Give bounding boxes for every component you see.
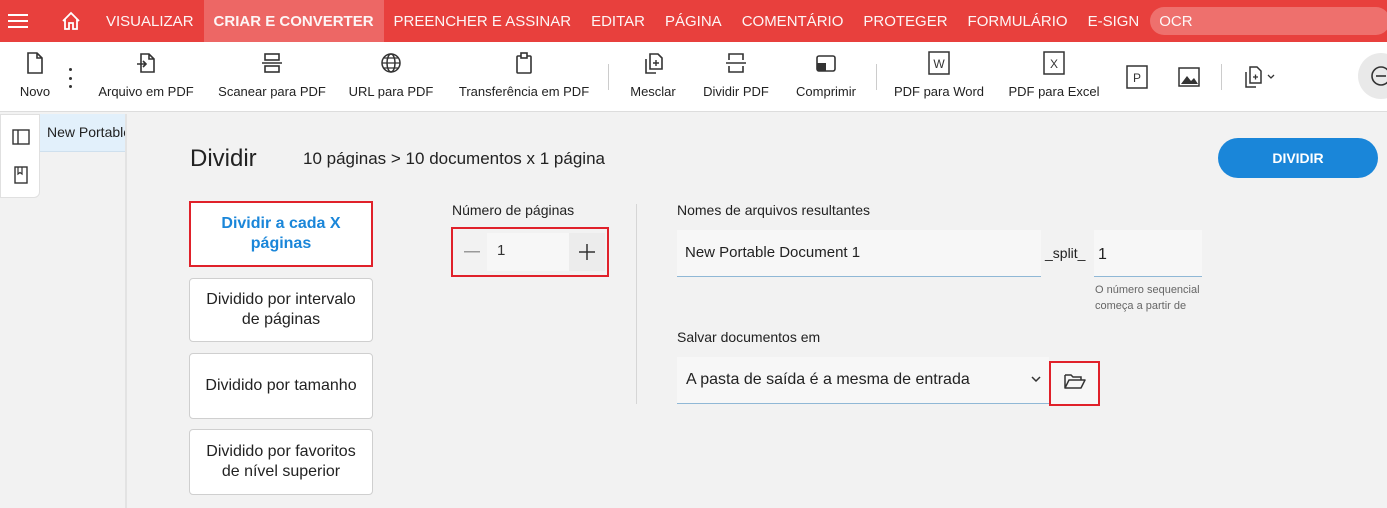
home-icon[interactable] <box>46 0 96 42</box>
mesclar-label: Mesclar <box>630 84 676 99</box>
split-panel: Dividir 10 páginas > 10 documentos x 1 p… <box>127 114 1387 508</box>
pdf-para-excel-label: PDF para Excel <box>1008 84 1100 99</box>
globe-icon <box>380 42 402 84</box>
sequence-hint: O número sequencial começa a partir de <box>1095 284 1200 312</box>
section-divider <box>636 204 637 404</box>
arquivo-em-pdf-button[interactable]: Arquivo em PDF <box>97 42 195 112</box>
scanner-icon <box>261 42 283 84</box>
more-convert-button[interactable] <box>1240 42 1280 112</box>
split-icon <box>725 42 747 84</box>
split-separator-label: _split_ <box>1045 245 1086 261</box>
compress-icon <box>815 42 837 84</box>
dividir-pdf-button[interactable]: Dividir PDF <box>703 42 769 112</box>
url-para-pdf-button[interactable]: URL para PDF <box>349 42 433 112</box>
ppt-icon: P <box>1126 42 1148 112</box>
scanear-para-pdf-button[interactable]: Scanear para PDF <box>218 42 326 112</box>
pages-count-label: Número de páginas <box>452 202 575 218</box>
pdf-para-ppt-button[interactable]: P <box>1124 42 1150 112</box>
menu-visualizar[interactable]: VISUALIZAR <box>96 0 204 42</box>
menu-criar-e-converter[interactable]: CRIAR E CONVERTER <box>203 0 384 42</box>
search-box[interactable] <box>1150 7 1387 35</box>
comprimir-button[interactable]: Comprimir <box>793 42 859 112</box>
decrement-button[interactable] <box>457 235 487 269</box>
toolbar-separator <box>876 64 877 90</box>
menu-formulario[interactable]: FORMULÁRIO <box>958 0 1078 42</box>
more-convert-icon <box>1242 42 1278 112</box>
file-name-input[interactable]: New Portable Document 1 <box>677 230 1041 277</box>
file-to-pdf-icon <box>135 42 157 84</box>
pages-count-stepper: 1 <box>451 227 609 277</box>
document-tab[interactable]: New Portable Document 1 <box>40 114 126 152</box>
transferencia-em-pdf-button[interactable]: Transferência em PDF <box>457 42 591 112</box>
url-para-pdf-label: URL para PDF <box>348 84 434 99</box>
new-file-icon <box>25 42 45 84</box>
sidebar-icon[interactable] <box>11 127 31 147</box>
mesclar-button[interactable]: Mesclar <box>627 42 679 112</box>
toolbar-separator <box>608 64 609 90</box>
menu-editar[interactable]: EDITAR <box>581 0 655 42</box>
mode-split-by-size[interactable]: Dividido por tamanho <box>189 353 373 419</box>
image-icon <box>1178 42 1200 112</box>
result-names-label: Nomes de arquivos resultantes <box>677 202 870 218</box>
scanear-para-pdf-label: Scanear para PDF <box>218 84 326 99</box>
split-summary: 10 páginas > 10 documentos x 1 página <box>303 149 605 168</box>
novo-button[interactable]: Novo <box>18 42 52 112</box>
comprimir-label: Comprimir <box>796 84 856 99</box>
hamburger-icon[interactable] <box>0 0 36 42</box>
merge-icon <box>642 42 664 84</box>
toolbar: Novo Arquivo em PDF Scanear para PDF URL… <box>0 42 1387 112</box>
more-options-icon[interactable] <box>62 68 78 88</box>
menu-preencher-e-assinar[interactable]: PREENCHER E ASSINAR <box>384 0 582 42</box>
pdf-para-excel-button[interactable]: X PDF para Excel <box>1008 42 1100 112</box>
top-menu-bar: VISUALIZAR CRIAR E CONVERTER PREENCHER E… <box>0 0 1387 42</box>
pages-count-input[interactable]: 1 <box>487 233 569 271</box>
bookmark-icon[interactable] <box>11 165 31 185</box>
chevron-down-icon <box>1029 372 1043 386</box>
increment-button[interactable] <box>569 233 605 271</box>
mode-split-by-page-range[interactable]: Dividido por intervalo de páginas <box>189 278 373 342</box>
transferencia-em-pdf-label: Transferência em PDF <box>458 84 590 99</box>
save-location-value: A pasta de saída é a mesma de entrada <box>686 371 970 388</box>
novo-label: Novo <box>19 84 51 99</box>
left-panel <box>0 114 40 198</box>
clipboard-icon <box>514 42 534 84</box>
toolbar-separator <box>1221 64 1222 90</box>
menu-pagina[interactable]: PÁGINA <box>655 0 732 42</box>
folder-open-icon <box>1063 372 1086 395</box>
mode-split-by-top-bookmarks[interactable]: Dividido por favoritos de nível superior <box>189 429 373 495</box>
page-title: Dividir <box>190 145 257 172</box>
mode-split-every-x-pages[interactable]: Dividir a cada X páginas <box>189 201 373 267</box>
menu-proteger[interactable]: PROTEGER <box>853 0 957 42</box>
pdf-para-imagem-button[interactable] <box>1176 42 1202 112</box>
svg-text:P: P <box>1133 71 1141 85</box>
sequence-start-input[interactable]: 1 <box>1094 230 1202 277</box>
menu-comentario[interactable]: COMENTÁRIO <box>732 0 854 42</box>
zoom-out-button[interactable] <box>1358 53 1387 99</box>
dividir-button[interactable]: DIVIDIR <box>1218 138 1378 178</box>
pdf-para-word-label: PDF para Word <box>893 84 985 99</box>
menu-e-sign[interactable]: E-SIGN <box>1078 0 1150 42</box>
word-icon: W <box>928 42 950 84</box>
arquivo-em-pdf-label: Arquivo em PDF <box>98 84 194 99</box>
browse-folder-button[interactable] <box>1049 361 1100 406</box>
pdf-para-word-button[interactable]: W PDF para Word <box>894 42 984 112</box>
save-location-label: Salvar documentos em <box>677 329 821 345</box>
svg-text:X: X <box>1050 57 1058 71</box>
excel-icon: X <box>1043 42 1065 84</box>
save-location-select[interactable]: A pasta de saída é a mesma de entrada <box>677 357 1049 404</box>
svg-text:W: W <box>933 57 945 71</box>
dividir-pdf-label: Dividir PDF <box>703 84 769 99</box>
